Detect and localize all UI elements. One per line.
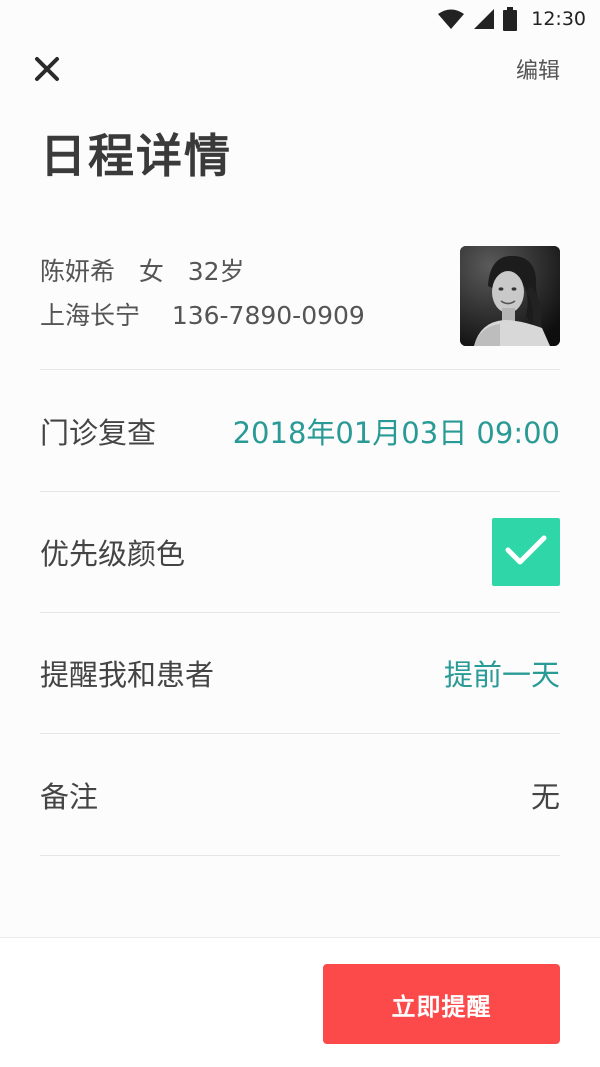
page-title: 日程详情 — [40, 129, 232, 183]
patient-phone[interactable]: 136-7890-0909 — [172, 301, 365, 330]
close-icon — [32, 57, 62, 88]
patient-age: 32岁 — [187, 257, 245, 286]
patient-gender: 女 — [138, 257, 164, 286]
reminder-row[interactable]: 提醒我和患者 提前一天 — [40, 613, 560, 734]
note-value[interactable]: 无 — [531, 774, 560, 816]
remind-now-button[interactable]: 立即提醒 — [323, 964, 560, 1044]
top-bar: 编辑 — [0, 48, 600, 88]
cellular-signal-icon — [473, 8, 495, 30]
note-row[interactable]: 备注 无 — [40, 735, 560, 856]
battery-icon — [503, 7, 518, 31]
status-bar: 12:30 — [0, 0, 600, 38]
checkmark-icon — [504, 533, 548, 571]
appointment-type-label: 门诊复查 — [40, 416, 157, 450]
patient-location: 上海长宁 — [40, 301, 141, 330]
reminder-value[interactable]: 提前一天 — [444, 652, 560, 694]
patient-basic-info: 陈妍希 女 32岁 — [40, 252, 245, 288]
close-button[interactable] — [32, 54, 62, 84]
appointment-datetime[interactable]: 2018年01月03日 09:00 — [233, 410, 560, 452]
priority-color-checkbox[interactable] — [492, 518, 560, 586]
avatar[interactable] — [460, 246, 560, 346]
edit-button[interactable]: 编辑 — [516, 53, 560, 85]
status-time: 12:30 — [531, 8, 586, 30]
bottom-action-bar: 立即提醒 — [0, 937, 600, 1067]
note-label: 备注 — [40, 780, 99, 814]
wifi-icon — [437, 8, 465, 30]
priority-color-label: 优先级颜色 — [40, 537, 186, 571]
patient-card[interactable]: 陈妍希 女 32岁 上海长宁 136-7890-0909 — [40, 240, 560, 370]
patient-contact-info: 上海长宁 136-7890-0909 — [40, 296, 365, 332]
priority-color-row[interactable]: 优先级颜色 — [40, 492, 560, 613]
appointment-row[interactable]: 门诊复查 2018年01月03日 09:00 — [40, 371, 560, 492]
patient-name: 陈妍希 — [40, 257, 116, 286]
reminder-label: 提醒我和患者 — [40, 658, 215, 692]
